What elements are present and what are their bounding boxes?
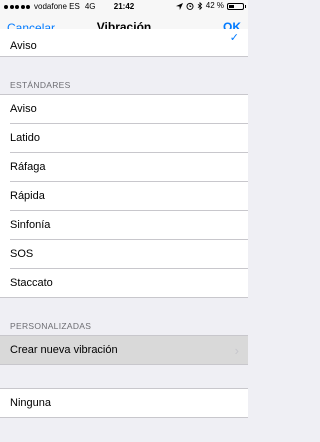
none-option-label: Ninguna [10, 397, 51, 409]
chevron-right-icon: › [234, 343, 239, 358]
list-item[interactable]: SOS [0, 240, 248, 269]
list-item-label: SOS [10, 248, 34, 260]
checkmark-icon: ✓ [229, 32, 239, 44]
section-header-standard: ESTÁNDARES [10, 80, 71, 90]
battery-icon [227, 2, 246, 10]
list-item[interactable]: Sinfonía [0, 211, 248, 240]
list-item-label: Aviso [10, 103, 37, 115]
bluetooth-icon [197, 2, 202, 10]
list-item-label: Sinfonía [10, 219, 51, 231]
list-item[interactable]: Staccato [0, 269, 248, 298]
list-item-label: Latido [10, 132, 40, 144]
location-icon [175, 2, 183, 10]
list-item-top-aviso[interactable]: Aviso ✓ [0, 29, 248, 57]
list-item-label: Aviso [10, 40, 37, 52]
list-item-label: Rápida [10, 190, 45, 202]
list-item[interactable]: Aviso [0, 95, 248, 124]
alarm-icon [186, 2, 194, 10]
list-item[interactable]: Ráfaga [0, 153, 248, 182]
list-item[interactable]: Rápida [0, 182, 248, 211]
section-header-custom: PERSONALIZADAS [10, 321, 92, 331]
battery-percent: 42 % [205, 1, 224, 10]
list-item-label: Staccato [10, 277, 53, 289]
list-item[interactable]: Latido [0, 124, 248, 153]
status-bar: vodafone ES 4G 21:42 42 % [0, 0, 248, 14]
create-vibration-label: Crear nueva vibración [10, 344, 118, 356]
create-vibration-button[interactable]: Crear nueva vibración › [0, 336, 248, 365]
status-right: 42 % [175, 1, 246, 10]
list-item-label: Ráfaga [10, 161, 46, 173]
none-option[interactable]: Ninguna [0, 389, 248, 418]
